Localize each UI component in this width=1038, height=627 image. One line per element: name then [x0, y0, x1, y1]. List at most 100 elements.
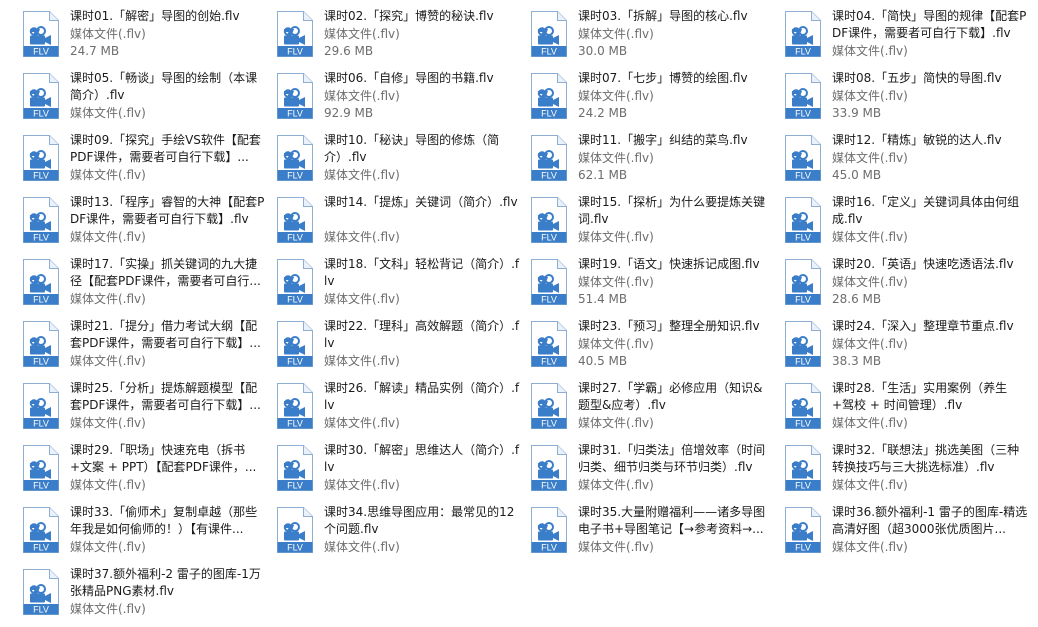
- video-camera-icon: FLV: [783, 258, 823, 306]
- file-item[interactable]: FLV 课时18.「文科」轻松背记（简介）.flv 媒体文件(.flv): [272, 255, 526, 317]
- svg-text:FLV: FLV: [795, 47, 811, 57]
- file-type: 媒体文件(.flv): [832, 275, 908, 289]
- file-item[interactable]: FLV 课时33.「偷师术」复制卓越（那些年我是如何偷师的！）【有课件... 媒…: [18, 503, 272, 565]
- file-name: 课时18.「文科」轻松背记（简介）.flv: [324, 257, 520, 288]
- file-item[interactable]: FLV 课时29.「职场」快速充电（拆书+文案 + PPT）【配套PDF课件，.…: [18, 441, 272, 503]
- file-type: 媒体文件(.flv): [832, 478, 908, 492]
- file-item[interactable]: FLV 课时25.「分析」提炼解题模型【配套PDF课件，需要者可自行下载】...…: [18, 379, 272, 441]
- svg-text:FLV: FLV: [541, 543, 557, 553]
- file-item[interactable]: FLV 课时21.「提分」借力考试大纲【配套PDF课件，需要者可自行下载】...…: [18, 317, 272, 379]
- file-type: 媒体文件(.flv): [70, 478, 146, 492]
- file-item[interactable]: FLV 课时05.「畅谈」导图的绘制（本课简介）.flv 媒体文件(.flv): [18, 69, 272, 131]
- file-item[interactable]: FLV 课时26.「解读」精品实例（简介）.flv 媒体文件(.flv): [272, 379, 526, 441]
- file-size: 24.2 MB: [578, 106, 628, 120]
- svg-text:FLV: FLV: [33, 605, 49, 615]
- file-item[interactable]: FLV 课时07.「七步」博赞的绘图.flv 媒体文件(.flv) 24.2 M…: [526, 69, 780, 131]
- file-type: 媒体文件(.flv): [324, 89, 400, 103]
- file-size: 51.4 MB: [578, 292, 628, 306]
- file-name: 课时26.「解读」精品实例（简介）.flv: [324, 381, 520, 412]
- file-item[interactable]: FLV 课时36.额外福利-1 雷子的图库-精选高清好图（超3000张优质图片.…: [780, 503, 1034, 565]
- video-camera-icon: FLV: [783, 134, 823, 182]
- file-item[interactable]: FLV 课时12.「精炼」敏锐的达人.flv 媒体文件(.flv) 45.0 M…: [780, 131, 1034, 193]
- file-item[interactable]: FLV 课时19.「语文」快速拆记成图.flv 媒体文件(.flv) 51.4 …: [526, 255, 780, 317]
- file-item[interactable]: FLV 课时01.「解密」导图的创始.flv 媒体文件(.flv) 24.7 M…: [18, 7, 272, 69]
- file-item[interactable]: FLV 课时24.「深入」整理章节重点.flv 媒体文件(.flv) 38.3 …: [780, 317, 1034, 379]
- file-type: 媒体文件(.flv): [324, 27, 400, 41]
- file-name: 课时12.「精炼」敏锐的达人.flv: [832, 133, 1002, 147]
- svg-text:FLV: FLV: [287, 543, 303, 553]
- file-item[interactable]: FLV 课时31.「归类法」倍增效率（时间归类、细节归类与环节归类）.flv 媒…: [526, 441, 780, 503]
- file-size: 29.6 MB: [324, 44, 374, 58]
- file-item[interactable]: FLV 课时16.「定义」关键词具体由何组成.flv 媒体文件(.flv): [780, 193, 1034, 255]
- file-type: 媒体文件(.flv): [578, 275, 654, 289]
- file-name: 课时35.大量附赠福利——诸多导图电子书+导图笔记【→参考资料→...: [578, 505, 766, 536]
- file-size: 40.5 MB: [578, 354, 628, 368]
- file-item[interactable]: FLV 课时10.「秘诀」导图的修炼（简介）.flv 媒体文件(.flv): [272, 131, 526, 193]
- file-type: 媒体文件(.flv): [578, 478, 654, 492]
- file-name: 课时15.「探析」为什么要提炼关键词.flv: [578, 195, 766, 226]
- svg-text:FLV: FLV: [795, 233, 811, 243]
- file-item[interactable]: FLV 课时28.「生活」实用案例（养生+驾校 + 时间管理）.flv 媒体文件…: [780, 379, 1034, 441]
- file-type: 媒体文件(.flv): [578, 27, 654, 41]
- svg-text:FLV: FLV: [287, 233, 303, 243]
- file-item[interactable]: FLV 课时03.「拆解」导图的核心.flv 媒体文件(.flv) 30.0 M…: [526, 7, 780, 69]
- file-type: 媒体文件(.flv): [324, 416, 400, 430]
- file-name: 课时23.「预习」整理全册知识.flv: [578, 319, 760, 333]
- file-name: 课时28.「生活」实用案例（养生+驾校 + 时间管理）.flv: [832, 381, 1008, 412]
- file-item[interactable]: FLV 课时32.「联想法」挑选美图（三种转换技巧与三大挑选标准）.flv 媒体…: [780, 441, 1034, 503]
- file-item[interactable]: FLV 课时30.「解密」思维达人（简介）.flv 媒体文件(.flv): [272, 441, 526, 503]
- file-name: 课时09.「探究」手绘VS软件【配套PDF课件，需要者可自行下载】...: [70, 133, 261, 164]
- file-name: 课时17.「实操」抓关键词的九大捷径【配套PDF课件，需要者可自行...: [70, 257, 261, 288]
- file-name: 课时03.「拆解」导图的核心.flv: [578, 9, 748, 23]
- file-type: 媒体文件(.flv): [324, 230, 400, 244]
- svg-text:FLV: FLV: [33, 419, 49, 429]
- file-item[interactable]: FLV 课时08.「五步」简快的导图.flv 媒体文件(.flv) 33.9 M…: [780, 69, 1034, 131]
- file-item[interactable]: FLV 课时23.「预习」整理全册知识.flv 媒体文件(.flv) 40.5 …: [526, 317, 780, 379]
- svg-text:FLV: FLV: [541, 357, 557, 367]
- file-item[interactable]: FLV 课时11.「搬字」纠结的菜鸟.flv 媒体文件(.flv) 62.1 M…: [526, 131, 780, 193]
- file-name: 课时08.「五步」简快的导图.flv: [832, 71, 1002, 85]
- file-type: 媒体文件(.flv): [832, 337, 908, 351]
- file-item[interactable]: FLV 课时13.「程序」睿智的大神【配套PDF课件，需要者可自行下载】.flv…: [18, 193, 272, 255]
- file-item[interactable]: FLV 课时14.「提炼」关键词（简介）.flv 媒体文件(.flv): [272, 193, 526, 255]
- file-item[interactable]: FLV 课时06.「自修」导图的书籍.flv 媒体文件(.flv) 92.9 M…: [272, 69, 526, 131]
- file-name: 课时21.「提分」借力考试大纲【配套PDF课件，需要者可自行下载】...: [70, 319, 261, 350]
- file-item[interactable]: FLV 课时22.「理科」高效解题（简介）.flv 媒体文件(.flv): [272, 317, 526, 379]
- video-camera-icon: FLV: [21, 382, 61, 430]
- file-name: 课时04.「简快」导图的规律【配套PDF课件，需要者可自行下载】.flv: [832, 9, 1027, 40]
- file-name: 课时30.「解密」思维达人（简介）.flv: [324, 443, 520, 474]
- svg-text:FLV: FLV: [33, 543, 49, 553]
- video-camera-icon: FLV: [529, 382, 569, 430]
- file-type: 媒体文件(.flv): [70, 106, 146, 120]
- svg-text:FLV: FLV: [33, 171, 49, 181]
- file-type: 媒体文件(.flv): [832, 416, 908, 430]
- video-camera-icon: FLV: [21, 320, 61, 368]
- file-name: 课时20.「英语」快速吃透语法.flv: [832, 257, 1014, 271]
- video-camera-icon: FLV: [783, 382, 823, 430]
- file-name: 课时19.「语文」快速拆记成图.flv: [578, 257, 760, 271]
- file-type: 媒体文件(.flv): [324, 540, 400, 554]
- file-item[interactable]: FLV 课时15.「探析」为什么要提炼关键词.flv 媒体文件(.flv): [526, 193, 780, 255]
- svg-text:FLV: FLV: [795, 295, 811, 305]
- file-item[interactable]: FLV 课时09.「探究」手绘VS软件【配套PDF课件，需要者可自行下载】...…: [18, 131, 272, 193]
- video-camera-icon: FLV: [275, 506, 315, 554]
- video-camera-icon: FLV: [275, 196, 315, 244]
- file-name: 课时06.「自修」导图的书籍.flv: [324, 71, 494, 85]
- file-type: 媒体文件(.flv): [832, 44, 908, 58]
- file-item[interactable]: FLV 课时34.思维导图应用：最常见的12个问题.flv 媒体文件(.flv): [272, 503, 526, 565]
- file-item[interactable]: FLV 课时02.「探究」博赞的秘诀.flv 媒体文件(.flv) 29.6 M…: [272, 7, 526, 69]
- file-item[interactable]: FLV 课时35.大量附赠福利——诸多导图电子书+导图笔记【→参考资料→... …: [526, 503, 780, 565]
- file-item[interactable]: FLV 课时17.「实操」抓关键词的九大捷径【配套PDF课件，需要者可自行...…: [18, 255, 272, 317]
- video-camera-icon: FLV: [783, 444, 823, 492]
- video-camera-icon: FLV: [783, 72, 823, 120]
- video-camera-icon: FLV: [275, 134, 315, 182]
- file-size: 45.0 MB: [832, 168, 882, 182]
- file-item[interactable]: FLV 课时04.「简快」导图的规律【配套PDF课件，需要者可自行下载】.flv…: [780, 7, 1034, 69]
- file-item[interactable]: FLV 课时27.「学霸」必修应用（知识&题型&应考）.flv 媒体文件(.fl…: [526, 379, 780, 441]
- file-type: 媒体文件(.flv): [70, 168, 146, 182]
- file-name: 课时01.「解密」导图的创始.flv: [70, 9, 240, 23]
- svg-text:FLV: FLV: [33, 47, 49, 57]
- file-item[interactable]: FLV 课时20.「英语」快速吃透语法.flv 媒体文件(.flv) 28.6 …: [780, 255, 1034, 317]
- file-item[interactable]: FLV 课时37.额外福利-2 雷子的图库-1万张精品PNG素材.flv 媒体文…: [18, 565, 272, 627]
- file-type: 媒体文件(.flv): [70, 27, 146, 41]
